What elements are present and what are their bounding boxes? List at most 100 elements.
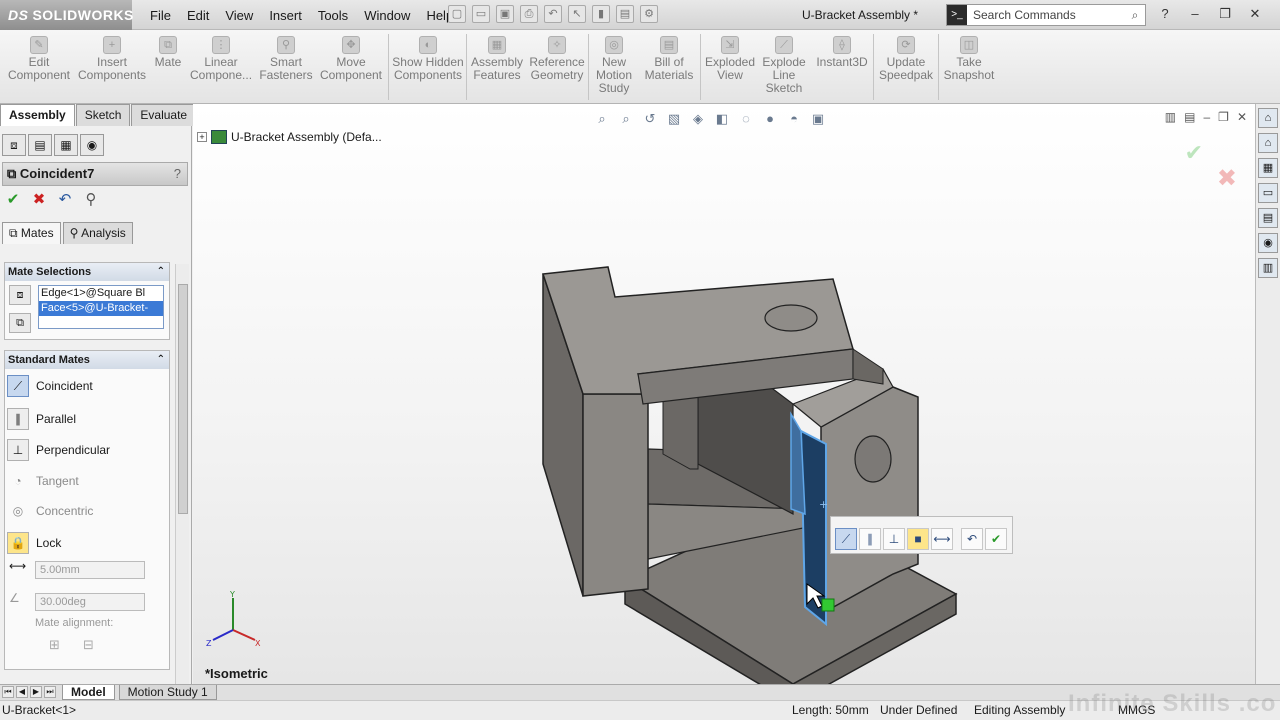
- first-tab-icon[interactable]: ⏮: [2, 686, 14, 698]
- last-tab-icon[interactable]: ⏭: [44, 686, 56, 698]
- tab-sketch[interactable]: Sketch: [75, 104, 131, 126]
- instant3d-button[interactable]: ⟠ Instant3D: [814, 36, 870, 69]
- toolbar-separator: [388, 34, 389, 100]
- menu-insert[interactable]: Insert: [261, 8, 310, 23]
- menu-file[interactable]: File: [142, 8, 179, 23]
- menu-view[interactable]: View: [217, 8, 261, 23]
- search-input[interactable]: Search Commands: [967, 8, 1125, 22]
- tangent-mate-option[interactable]: ◔ Tangent: [7, 468, 167, 494]
- insert-components-button[interactable]: + Insert Components: [78, 36, 146, 82]
- list-item[interactable]: Face<5>@U-Bracket-: [39, 301, 163, 316]
- concentric-mate-option[interactable]: ◎ Concentric: [7, 498, 167, 524]
- standard-mates-header[interactable]: Standard Mates ⌃: [5, 351, 169, 369]
- view-palette-icon[interactable]: ▤: [1258, 208, 1278, 228]
- angle-icon[interactable]: ∠: [9, 591, 20, 605]
- options-icon[interactable]: ⚙: [640, 5, 658, 23]
- parallel-mate-option[interactable]: ∥ Parallel: [7, 406, 167, 432]
- edit-component-button[interactable]: ✎ Edit Component: [6, 36, 72, 82]
- flip-alignment-icon[interactable]: ↶: [961, 528, 983, 550]
- tab-assembly[interactable]: Assembly: [0, 104, 75, 126]
- lock-icon[interactable]: ■: [907, 528, 929, 550]
- appearances-icon[interactable]: ◉: [1258, 233, 1278, 253]
- undo-icon[interactable]: ↶: [544, 5, 562, 23]
- panel-scrollbar[interactable]: [175, 264, 189, 684]
- design-library-icon[interactable]: ▦: [1258, 158, 1278, 178]
- tab-motion-study[interactable]: Motion Study 1: [118, 685, 217, 700]
- face-origin-marker: +: [819, 498, 828, 511]
- open-icon[interactable]: ▭: [472, 5, 490, 23]
- distance-input[interactable]: 5.00mm: [35, 561, 145, 579]
- menu-tools[interactable]: Tools: [310, 8, 356, 23]
- help-icon[interactable]: ?: [1155, 5, 1175, 23]
- svg-text:Z: Z: [206, 639, 212, 648]
- property-manager-icon[interactable]: ▤: [28, 134, 52, 156]
- lock-mate-option[interactable]: 🔒 Lock: [7, 530, 167, 556]
- perpendicular-icon[interactable]: ⊥: [883, 528, 905, 550]
- rebuild-icon[interactable]: ▮: [592, 5, 610, 23]
- save-icon[interactable]: ▣: [496, 5, 514, 23]
- cancel-icon[interactable]: ✖: [30, 190, 48, 208]
- menu-window[interactable]: Window: [356, 8, 418, 23]
- search-icon[interactable]: ⌕: [1125, 8, 1145, 23]
- print-icon[interactable]: ⎙: [520, 5, 538, 23]
- home-icon[interactable]: ⌂: [1258, 133, 1278, 153]
- feature-manager-icon[interactable]: ⧈: [2, 134, 26, 156]
- tab-evaluate[interactable]: Evaluate: [131, 104, 197, 126]
- graphics-area[interactable]: + U-Bracket Assembly (Defa... ⌕ ⌕ ↺ ▧ ◈ …: [193, 104, 1255, 684]
- next-tab-icon[interactable]: ▶: [30, 686, 42, 698]
- solidworks-logo[interactable]: DS SOLIDWORKS: [0, 0, 133, 30]
- assembly-features-button[interactable]: ▦ Assembly Features: [470, 36, 524, 82]
- linear-component-pattern-button[interactable]: ⋮ Linear Compone...: [190, 36, 252, 82]
- perpendicular-mate-option[interactable]: ⊥ Perpendicular: [7, 437, 167, 463]
- search-commands[interactable]: >_ Search Commands ⌕: [946, 4, 1146, 26]
- coincident-icon[interactable]: ⟋: [835, 528, 857, 550]
- menu-edit[interactable]: Edit: [179, 8, 217, 23]
- new-motion-study-button[interactable]: ◎ New Motion Study: [592, 36, 636, 95]
- file-explorer-icon[interactable]: ▭: [1258, 183, 1278, 203]
- show-hidden-components-button[interactable]: ◐ Show Hidden Components: [392, 36, 464, 82]
- exploded-view-button[interactable]: ⇲ Exploded View: [704, 36, 756, 82]
- tab-mates[interactable]: ⧉ Mates: [2, 222, 61, 244]
- collapse-icon[interactable]: ⌃: [157, 351, 165, 369]
- minimize-icon[interactable]: –: [1185, 5, 1205, 23]
- configuration-manager-icon[interactable]: ▦: [54, 134, 78, 156]
- custom-properties-icon[interactable]: ▥: [1258, 258, 1278, 278]
- distance-icon[interactable]: ⟷: [9, 559, 26, 573]
- title-bar: DS SOLIDWORKS File Edit View Insert Tools…: [0, 0, 1280, 30]
- explode-line-sketch-button[interactable]: ⟋ Explode Line Sketch: [760, 36, 808, 95]
- ok-icon[interactable]: ✔: [4, 190, 22, 208]
- ok-icon[interactable]: ✔: [985, 528, 1007, 550]
- move-component-button[interactable]: ✥ Move Component: [318, 36, 384, 82]
- tab-model[interactable]: Model: [62, 685, 115, 700]
- aligned-icon[interactable]: ⊞: [49, 637, 60, 653]
- distance-icon[interactable]: ⟷: [931, 528, 953, 550]
- entities-to-mate-list[interactable]: Edge<1>@Square Bl Face<5>@U-Bracket-: [38, 285, 164, 329]
- pushpin-icon[interactable]: ⚲: [82, 190, 100, 208]
- update-speedpak-button[interactable]: ⟳ Update Speedpak: [878, 36, 934, 82]
- take-snapshot-button[interactable]: ◫ Take Snapshot: [942, 36, 996, 82]
- anti-aligned-icon[interactable]: ⊟: [83, 637, 94, 653]
- solidworks-resources-icon[interactable]: ⌂: [1258, 108, 1278, 128]
- select-icon[interactable]: ↖: [568, 5, 586, 23]
- reference-geometry-button[interactable]: ✧ Reference Geometry: [528, 36, 586, 82]
- coincident-mate-option[interactable]: ⟋ Coincident: [7, 373, 167, 399]
- help-icon[interactable]: ?: [174, 163, 181, 185]
- angle-input[interactable]: 30.00deg: [35, 593, 145, 611]
- parallel-icon[interactable]: ∥: [859, 528, 881, 550]
- file-properties-icon[interactable]: ▤: [616, 5, 634, 23]
- close-icon[interactable]: ✕: [1245, 5, 1265, 23]
- collapse-icon[interactable]: ⌃: [157, 263, 165, 281]
- scrollbar-thumb[interactable]: [178, 284, 188, 514]
- u-bracket-model[interactable]: +: [193, 104, 1255, 684]
- prev-tab-icon[interactable]: ◀: [16, 686, 28, 698]
- restore-icon[interactable]: ❐: [1215, 5, 1235, 23]
- mate-button[interactable]: ⧉ Mate: [152, 36, 184, 69]
- display-manager-icon[interactable]: ◉: [80, 134, 104, 156]
- mate-selections-header[interactable]: Mate Selections ⌃: [5, 263, 169, 281]
- tab-analysis[interactable]: ⚲ Analysis: [62, 222, 133, 244]
- undo-icon[interactable]: ↶: [56, 190, 74, 208]
- bill-of-materials-button[interactable]: ▤ Bill of Materials: [642, 36, 696, 82]
- smart-fasteners-button[interactable]: ⚲ Smart Fasteners: [258, 36, 314, 82]
- new-document-icon[interactable]: ▢: [448, 5, 466, 23]
- list-item[interactable]: Edge<1>@Square Bl: [39, 286, 163, 301]
